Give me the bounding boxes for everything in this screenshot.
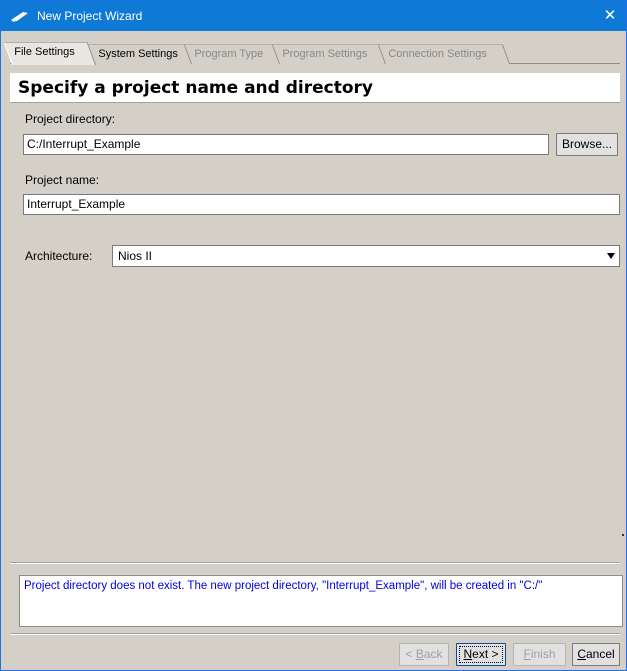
- tab-system-settings[interactable]: System Settings: [88, 44, 192, 64]
- divider-top: [10, 562, 620, 564]
- stray-dot: [622, 534, 624, 536]
- back-button[interactable]: < Back: [399, 643, 449, 666]
- tab-connection-settings[interactable]: Connection Settings: [378, 44, 510, 64]
- chevron-down-icon: [607, 253, 615, 259]
- new-project-wizard-window: New Project Wizard ✕ File Settings Syste…: [0, 0, 627, 671]
- tab-program-type[interactable]: Program Type: [184, 44, 280, 64]
- window-title: New Project Wizard: [37, 9, 143, 23]
- browse-button[interactable]: Browse...: [556, 133, 618, 156]
- architecture-selected-value: Nios II: [118, 249, 153, 263]
- page-heading-bar: Specify a project name and directory: [10, 73, 620, 103]
- status-message: Project directory does not exist. The ne…: [24, 580, 543, 592]
- wizard-pen-icon: [11, 12, 28, 22]
- architecture-label: Architecture:: [25, 249, 93, 263]
- project-name-input[interactable]: Interrupt_Example: [23, 194, 620, 215]
- divider-bottom: [10, 633, 620, 635]
- status-message-box: Project directory does not exist. The ne…: [19, 575, 623, 627]
- architecture-select[interactable]: Nios II: [112, 245, 620, 267]
- project-name-label: Project name:: [25, 173, 100, 187]
- finish-button[interactable]: Finish: [513, 643, 566, 666]
- tab-program-settings[interactable]: Program Settings: [272, 44, 386, 64]
- project-directory-label: Project directory:: [25, 112, 116, 126]
- close-icon[interactable]: ✕: [600, 6, 620, 26]
- project-directory-input[interactable]: C:/Interrupt_Example: [23, 134, 549, 155]
- wizard-tab-strip: File Settings System Settings Program Ty…: [3, 38, 620, 65]
- cancel-button[interactable]: Cancel: [572, 643, 620, 666]
- tab-file-settings[interactable]: File Settings: [3, 42, 96, 65]
- page-title: Specify a project name and directory: [18, 78, 373, 98]
- next-button[interactable]: Next >: [456, 643, 506, 666]
- title-bar[interactable]: New Project Wizard ✕: [1, 1, 626, 31]
